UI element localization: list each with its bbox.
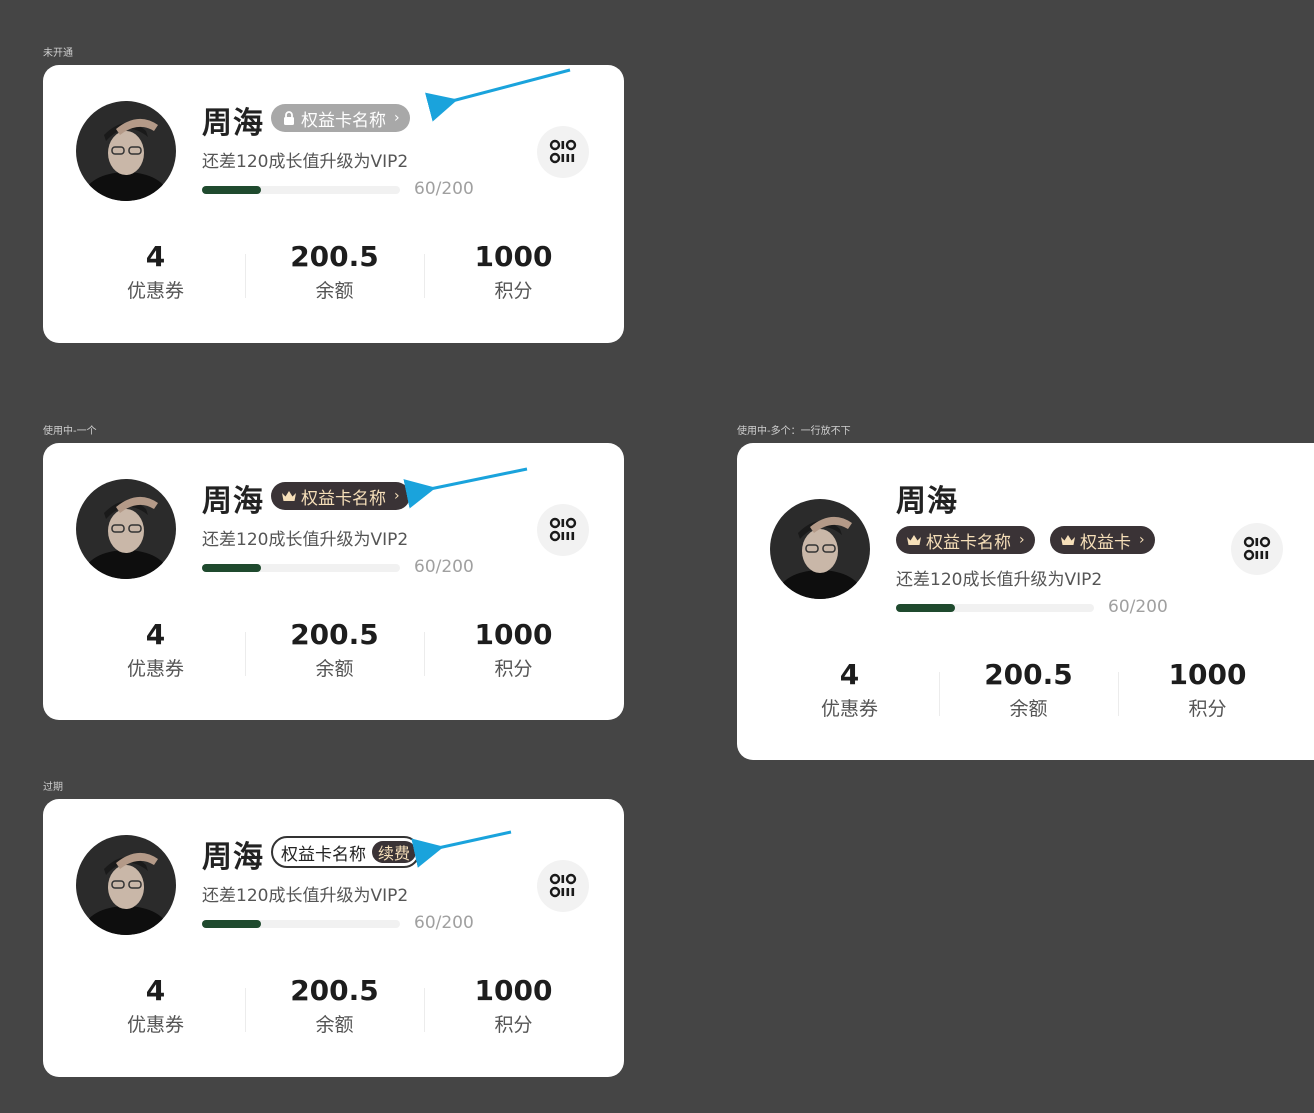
stat-balance[interactable]: 200.5 余额 (939, 658, 1118, 720)
stat-label: 余额 (315, 658, 354, 680)
benefit-card-short-name: 权益卡 (1080, 532, 1131, 553)
growth-progress-bar (202, 186, 400, 194)
stat-label: 优惠券 (126, 658, 184, 680)
stat-value: 4 (145, 618, 166, 651)
stat-coupons[interactable]: 4 优惠券 (66, 974, 245, 1036)
chevron-right-icon: › (394, 488, 400, 504)
qr-code-button[interactable] (537, 126, 589, 178)
growth-progress-fill (202, 920, 262, 928)
stat-value: 200.5 (290, 974, 379, 1007)
qr-code-icon (549, 139, 577, 164)
stat-value: 1000 (474, 240, 553, 273)
stat-value: 200.5 (290, 240, 379, 273)
chevron-right-icon: › (1019, 532, 1025, 548)
upgrade-hint: 还差120成长值升级为VIP2 (202, 530, 409, 550)
state-label-expired: 过期 (43, 782, 63, 793)
qr-code-icon (549, 517, 577, 542)
stat-value: 4 (145, 974, 166, 1007)
stat-points[interactable]: 1000 积分 (424, 618, 603, 680)
stat-label: 余额 (315, 1014, 354, 1036)
avatar[interactable] (76, 835, 176, 935)
stat-coupons[interactable]: 4 优惠券 (66, 618, 245, 680)
growth-progress-bar (896, 604, 1094, 612)
stat-value: 1000 (474, 618, 553, 651)
stat-points[interactable]: 1000 积分 (424, 240, 603, 302)
stats-row: 4 优惠券 200.5 余额 1000 积分 (66, 240, 603, 302)
stat-value: 1000 (474, 974, 553, 1007)
stat-balance[interactable]: 200.5 余额 (245, 240, 424, 302)
benefit-card-badge-active[interactable]: 权益卡名称 › (271, 482, 410, 510)
benefit-card-name: 权益卡名称 (281, 844, 366, 865)
member-card-active-multi: 周海 权益卡名称 › 权益卡 › 还差120成长值升级为VIP2 60/200 … (737, 443, 1314, 760)
growth-progress-text: 60/200 (414, 179, 474, 199)
growth-progress-fill (202, 186, 262, 194)
upgrade-hint: 还差120成长值升级为VIP2 (202, 886, 409, 906)
crown-icon (281, 488, 297, 504)
benefit-card-name: 权益卡名称 (301, 488, 386, 509)
member-card-active-one: 周海 权益卡名称 › 还差120成长值升级为VIP2 60/200 4 优惠券 … (43, 443, 624, 720)
avatar[interactable] (76, 479, 176, 579)
avatar[interactable] (770, 499, 870, 599)
chevron-right-icon: › (1139, 532, 1145, 548)
member-card-expired: 周海 权益卡名称 续费 还差120成长值升级为VIP2 60/200 4 优惠券… (43, 799, 624, 1077)
stats-row: 4 优惠券 200.5 余额 1000 积分 (760, 658, 1297, 720)
growth-progress-bar (202, 920, 400, 928)
chevron-right-icon: › (394, 110, 400, 126)
stat-points[interactable]: 1000 积分 (1118, 658, 1297, 720)
stat-coupons[interactable]: 4 优惠券 (760, 658, 939, 720)
stats-row: 4 优惠券 200.5 余额 1000 积分 (66, 974, 603, 1036)
avatar[interactable] (76, 101, 176, 201)
upgrade-hint: 还差120成长值升级为VIP2 (896, 570, 1103, 590)
growth-progress-fill (896, 604, 956, 612)
qr-code-button[interactable] (1231, 523, 1283, 575)
user-name: 周海 (202, 484, 264, 519)
crown-icon (1060, 532, 1076, 548)
growth-progress-bar (202, 564, 400, 572)
stat-value: 4 (839, 658, 860, 691)
benefit-card-badge-locked[interactable]: 权益卡名称 › (271, 104, 410, 132)
stat-label: 余额 (315, 280, 354, 302)
state-label-active-multi: 使用中-多个：一行放不下 (737, 426, 851, 437)
stat-coupons[interactable]: 4 优惠券 (66, 240, 245, 302)
stat-label: 优惠券 (126, 280, 184, 302)
stats-row: 4 优惠券 200.5 余额 1000 积分 (66, 618, 603, 680)
stat-label: 积分 (494, 280, 533, 302)
user-name: 周海 (202, 840, 264, 875)
stat-value: 200.5 (290, 618, 379, 651)
upgrade-hint: 还差120成长值升级为VIP2 (202, 152, 409, 172)
benefit-card-name: 权益卡名称 (301, 110, 386, 131)
stat-label: 优惠券 (126, 1014, 184, 1036)
benefit-card-badge-active-2[interactable]: 权益卡 › (1050, 526, 1155, 554)
stat-value: 200.5 (984, 658, 1073, 691)
user-name: 周海 (202, 106, 264, 141)
stat-value: 4 (145, 240, 166, 273)
qr-code-icon (1243, 536, 1271, 561)
state-label-active-one: 使用中-一个 (43, 426, 97, 437)
member-card-locked: 周海 权益卡名称 › 还差120成长值升级为VIP2 60/200 4 优惠券 … (43, 65, 624, 343)
crown-icon (906, 532, 922, 548)
stat-label: 积分 (494, 1014, 533, 1036)
stat-label: 余额 (1009, 698, 1048, 720)
stat-value: 1000 (1168, 658, 1247, 691)
benefit-card-name: 权益卡名称 (926, 532, 1011, 553)
stat-points[interactable]: 1000 积分 (424, 974, 603, 1036)
stat-balance[interactable]: 200.5 余额 (245, 618, 424, 680)
state-label-locked: 未开通 (43, 48, 73, 59)
benefit-card-badge-expired[interactable]: 权益卡名称 续费 (271, 836, 421, 868)
benefit-card-badge-active[interactable]: 权益卡名称 › (896, 526, 1035, 554)
qr-code-button[interactable] (537, 504, 589, 556)
growth-progress-text: 60/200 (414, 913, 474, 933)
growth-progress-fill (202, 564, 262, 572)
growth-progress-text: 60/200 (1108, 597, 1168, 617)
user-name: 周海 (896, 484, 958, 519)
qr-code-icon (549, 873, 577, 898)
lock-icon (281, 110, 297, 126)
qr-code-button[interactable] (537, 860, 589, 912)
growth-progress-text: 60/200 (414, 557, 474, 577)
stat-label: 积分 (1188, 698, 1227, 720)
renew-button[interactable]: 续费 (372, 841, 417, 863)
stat-label: 积分 (494, 658, 533, 680)
stat-balance[interactable]: 200.5 余额 (245, 974, 424, 1036)
stat-label: 优惠券 (820, 698, 878, 720)
